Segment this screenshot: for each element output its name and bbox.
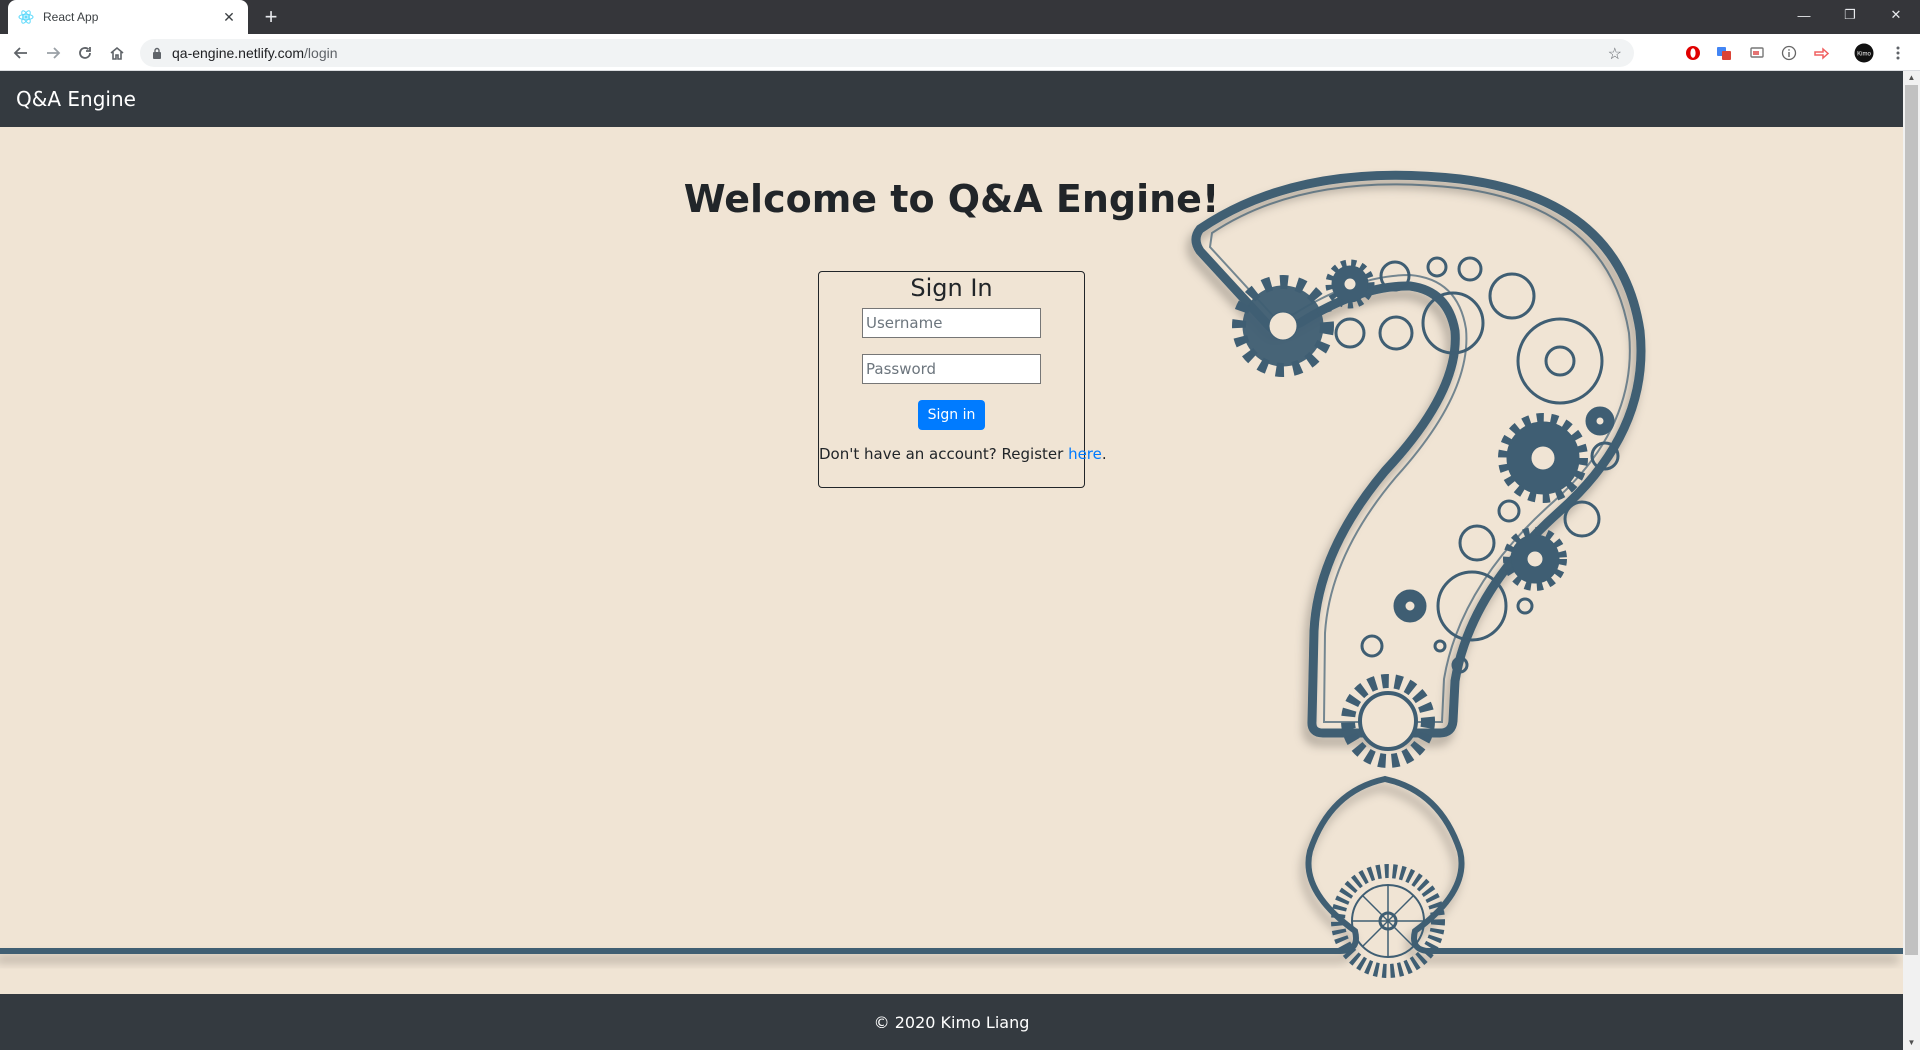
navbar-brand[interactable]: Q&A Engine <box>16 87 136 111</box>
url-path: /login <box>304 45 338 61</box>
minimize-button[interactable]: — <box>1781 0 1827 30</box>
home-icon[interactable] <box>104 40 130 66</box>
scrollbar-thumb[interactable] <box>1905 85 1918 955</box>
sign-in-button[interactable]: Sign in <box>917 400 986 430</box>
browser-tab-bar: React App ✕ + — ❐ ✕ <box>0 0 1920 34</box>
opera-icon[interactable] <box>1683 43 1703 63</box>
restore-button[interactable]: ❐ <box>1827 0 1873 30</box>
scroll-up-icon[interactable]: ▲ <box>1903 71 1920 85</box>
profile-icon[interactable]: Kimo <box>1854 43 1874 63</box>
page-scrollbar[interactable]: ▲ ▼ <box>1903 71 1920 1050</box>
password-input[interactable] <box>862 354 1041 384</box>
cast-icon[interactable] <box>1747 43 1767 63</box>
close-window-button[interactable]: ✕ <box>1873 0 1919 30</box>
tab-title: React App <box>43 10 99 24</box>
register-suffix: . <box>1101 445 1107 463</box>
page-viewport: Q&A Engine Welcome to Q&A Engine! Sign I… <box>0 71 1903 1050</box>
new-tab-button[interactable]: + <box>258 4 284 30</box>
browser-tab[interactable]: React App ✕ <box>8 0 248 34</box>
register-link[interactable]: here <box>1068 445 1102 463</box>
arrow-right-icon[interactable] <box>40 40 66 66</box>
info-icon[interactable] <box>1779 43 1799 63</box>
app-navbar: Q&A Engine <box>0 71 1903 127</box>
register-text: Don't have an account? Register <box>819 445 1069 463</box>
sign-in-title: Sign In <box>910 274 993 302</box>
svg-text:Kimo: Kimo <box>1857 52 1871 58</box>
lock-icon[interactable] <box>152 47 162 59</box>
scroll-down-icon[interactable]: ▼ <box>1903 1036 1920 1050</box>
username-input[interactable] <box>862 308 1041 338</box>
copyright-text: © 2020 Kimo Liang <box>873 1012 1030 1032</box>
star-icon[interactable]: ☆ <box>1608 44 1622 64</box>
page-title: Welcome to Q&A Engine! <box>683 177 1220 221</box>
arrow-left-icon[interactable] <box>8 40 34 66</box>
question-mark-gears-illustration <box>0 170 1903 978</box>
url-host: qa-engine.netlify.com <box>172 45 305 61</box>
sign-in-card: Sign In Sign in Don't have an account? R… <box>818 271 1107 488</box>
react-logo-icon <box>18 9 34 25</box>
close-tab-icon[interactable]: ✕ <box>220 9 238 26</box>
url-text: qa-engine.netlify.com/login <box>172 45 338 61</box>
page-footer: © 2020 Kimo Liang <box>0 994 1903 1050</box>
share-icon[interactable] <box>1811 43 1831 63</box>
register-prompt: Don't have an account? Register here. <box>819 445 1107 463</box>
address-bar[interactable]: qa-engine.netlify.com/login ☆ <box>140 39 1634 67</box>
browser-toolbar: qa-engine.netlify.com/login ☆ Kimo <box>0 34 1920 71</box>
translate-icon[interactable] <box>1714 43 1734 63</box>
kebab-menu-icon[interactable] <box>1888 43 1908 63</box>
reload-icon[interactable] <box>72 40 98 66</box>
